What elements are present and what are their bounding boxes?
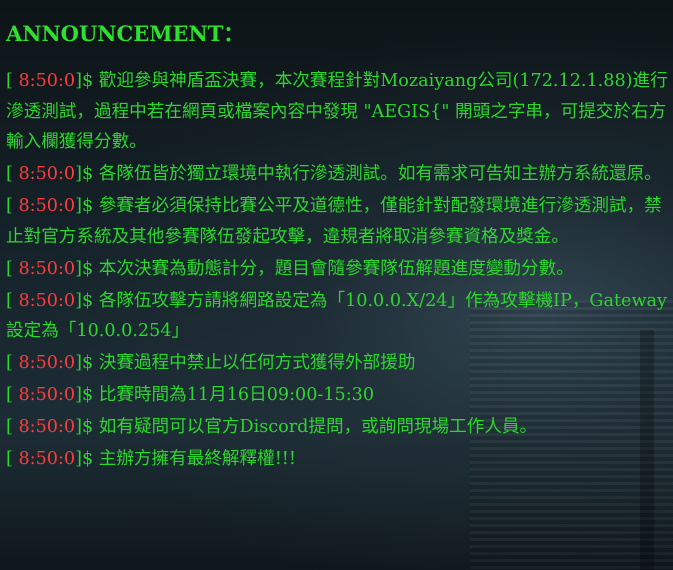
announcement-line: [ 8:50:0]$ 比賽時間為11月16日09:00-15:30 xyxy=(6,380,671,411)
announcement-panel: ANNOUNCEMENT： [ 8:50:0]$ 歡迎參與神盾盃決賽，本次賽程針… xyxy=(6,18,671,476)
announcement-line: [ 8:50:0]$ 各隊伍攻擊方請將網路設定為「10.0.0.X/24」作為攻… xyxy=(6,286,671,347)
line-text: 比賽時間為11月16日09:00-15:30 xyxy=(98,385,375,405)
line-text: 參賽者必須保持比賽公平及道德性，僅能針對配發環境進行滲透測試，禁止對官方系統及其… xyxy=(6,196,662,247)
line-open: [ xyxy=(6,385,19,405)
announcement-line: [ 8:50:0]$ 各隊伍皆於獨立環境中執行滲透測試。如有需求可告知主辦方系統… xyxy=(6,159,671,190)
line-text: 主辦方擁有最終解釋權!!! xyxy=(98,449,296,469)
line-timestamp: 8:50:0 xyxy=(18,449,76,469)
line-open: [ xyxy=(6,353,19,373)
line-prompt: ]$ xyxy=(75,353,99,373)
line-text: 決賽過程中禁止以任何方式獲得外部援助 xyxy=(98,353,416,373)
line-prompt: ]$ xyxy=(75,417,99,437)
line-timestamp: 8:50:0 xyxy=(18,71,76,91)
line-timestamp: 8:50:0 xyxy=(18,353,76,373)
announcement-line: [ 8:50:0]$ 如有疑問可以官方Discord提問，或詢問現場工作人員。 xyxy=(6,412,671,443)
line-text: 各隊伍攻擊方請將網路設定為「10.0.0.X/24」作為攻擊機IP，Gatewa… xyxy=(6,290,667,342)
line-timestamp: 8:50:0 xyxy=(18,258,76,279)
line-prompt: ]$ xyxy=(75,385,99,405)
line-prompt: ]$ xyxy=(75,196,99,216)
line-text: 各隊伍皆於獨立環境中執行滲透測試。如有需求可告知主辦方系統還原。 xyxy=(98,164,662,184)
line-timestamp: 8:50:0 xyxy=(18,196,76,216)
line-prompt: ]$ xyxy=(75,449,99,469)
line-timestamp: 8:50:0 xyxy=(18,417,76,437)
line-text: 本次決賽為動態計分，題目會隨參賽隊伍解題進度變動分數。 xyxy=(98,258,574,279)
announcement-line: [ 8:50:0]$ 決賽過程中禁止以任何方式獲得外部援助 xyxy=(6,348,671,379)
line-prompt: ]$ xyxy=(75,164,99,184)
announcement-line: [ 8:50:0]$ 歡迎參與神盾盃決賽，本次賽程針對Mozaiyang公司(1… xyxy=(6,66,671,158)
announcement-title: ANNOUNCEMENT： xyxy=(6,21,245,46)
line-prompt: ]$ xyxy=(75,71,99,91)
announcement-line: [ 8:50:0]$ 主辦方擁有最終解釋權!!! xyxy=(6,444,671,475)
announcement-line: [ 8:50:0]$ 本次決賽為動態計分，題目會隨參賽隊伍解題進度變動分數。 xyxy=(6,254,671,285)
line-timestamp: 8:50:0 xyxy=(18,164,76,184)
line-text: 歡迎參與神盾盃決賽，本次賽程針對Mozaiyang公司(172.12.1.88)… xyxy=(6,71,668,152)
line-open: [ xyxy=(6,258,19,279)
line-timestamp: 8:50:0 xyxy=(18,290,76,311)
announcement-line: [ 8:50:0]$ 參賽者必須保持比賽公平及道德性，僅能針對配發環境進行滲透測… xyxy=(6,191,671,252)
line-prompt: ]$ xyxy=(75,290,99,311)
line-timestamp: 8:50:0 xyxy=(18,385,76,405)
line-prompt: ]$ xyxy=(75,258,99,279)
line-open: [ xyxy=(6,196,19,216)
line-open: [ xyxy=(6,71,19,91)
line-open: [ xyxy=(6,290,19,311)
line-open: [ xyxy=(6,417,19,437)
line-open: [ xyxy=(6,164,19,184)
line-open: [ xyxy=(6,449,19,469)
line-text: 如有疑問可以官方Discord提問，或詢問現場工作人員。 xyxy=(98,417,538,437)
